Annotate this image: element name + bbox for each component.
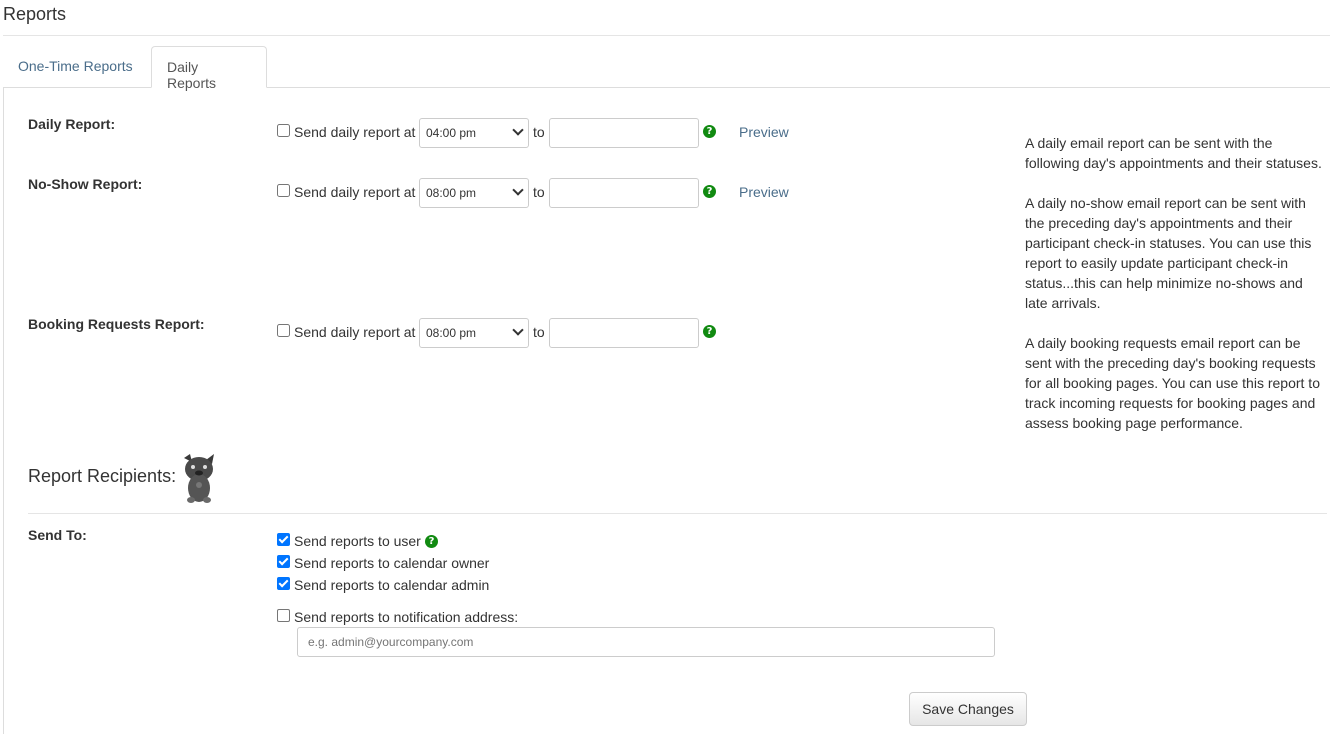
question-circle-icon[interactable]: ? — [703, 125, 716, 138]
send-to-calendar-admin-label: Send reports to calendar admin — [294, 577, 490, 593]
chevron-down-icon — [512, 324, 524, 336]
booking-requests-report-checkbox-label: Send daily report at — [294, 324, 416, 340]
no-show-report-time-value: 08:00 pm — [426, 186, 477, 200]
no-show-report-label: No-Show Report: — [28, 176, 143, 192]
no-show-report-preview-link[interactable]: Preview — [739, 184, 789, 200]
tab-label: One-Time Reports — [18, 58, 133, 74]
daily-report-time-value: 04:00 pm — [426, 126, 477, 140]
daily-report-preview-link[interactable]: Preview — [739, 124, 789, 140]
tab-daily-reports[interactable]: Daily Reports — [151, 46, 267, 91]
title-divider — [3, 35, 1330, 36]
daily-report-to-input[interactable] — [549, 118, 699, 148]
daily-report-time-select[interactable]: 04:00 pm — [419, 118, 529, 148]
cat-mascot-icon — [184, 454, 214, 503]
booking-requests-report-to-input[interactable] — [549, 318, 699, 348]
no-show-report-checkbox[interactable] — [277, 184, 290, 197]
question-circle-icon[interactable]: ? — [703, 185, 716, 198]
tab-one-time-reports[interactable]: One-Time Reports — [3, 46, 151, 88]
no-show-report-to-input[interactable] — [549, 178, 699, 208]
send-to-notification-address-label: Send reports to notification address: — [294, 609, 519, 625]
daily-report-description: A daily email report can be sent with th… — [1025, 135, 1322, 171]
send-to-calendar-owner-checkbox[interactable] — [277, 555, 290, 568]
no-show-report-checkbox-label: Send daily report at — [294, 184, 416, 200]
daily-report-to-label: to — [533, 124, 545, 140]
question-circle-icon[interactable]: ? — [425, 535, 438, 548]
booking-requests-report-description: A daily booking requests email report ca… — [1025, 335, 1320, 431]
booking-requests-report-time-select[interactable]: 08:00 pm — [419, 318, 529, 348]
question-circle-icon[interactable]: ? — [703, 325, 716, 338]
section-divider — [28, 513, 1327, 514]
daily-report-label: Daily Report: — [28, 116, 116, 132]
tab-label: Daily Reports — [167, 59, 217, 91]
send-to-notification-address-checkbox[interactable] — [277, 609, 290, 622]
no-show-report-description: A daily no-show email report can be sent… — [1025, 195, 1312, 311]
save-changes-button[interactable]: Save Changes — [909, 692, 1027, 726]
page-title: Reports — [3, 4, 67, 24]
no-show-report-time-select[interactable]: 08:00 pm — [419, 178, 529, 208]
send-to-calendar-owner-label: Send reports to calendar owner — [294, 555, 490, 571]
send-to-calendar-admin-checkbox[interactable] — [277, 577, 290, 590]
send-to-user-label: Send reports to user — [294, 533, 421, 549]
notification-email-input[interactable] — [297, 627, 995, 657]
booking-requests-report-label: Booking Requests Report: — [28, 316, 205, 332]
chevron-down-icon — [512, 124, 524, 136]
daily-report-checkbox[interactable] — [277, 124, 290, 137]
booking-requests-report-time-value: 08:00 pm — [426, 326, 477, 340]
chevron-down-icon — [512, 184, 524, 196]
no-show-report-to-label: to — [533, 184, 545, 200]
send-to-label: Send To: — [28, 527, 87, 543]
daily-report-checkbox-label: Send daily report at — [294, 124, 416, 140]
booking-requests-report-checkbox[interactable] — [277, 324, 290, 337]
booking-requests-report-to-label: to — [533, 324, 545, 340]
report-recipients-title: Report Recipients: — [28, 466, 177, 486]
send-to-user-checkbox[interactable] — [277, 533, 290, 546]
